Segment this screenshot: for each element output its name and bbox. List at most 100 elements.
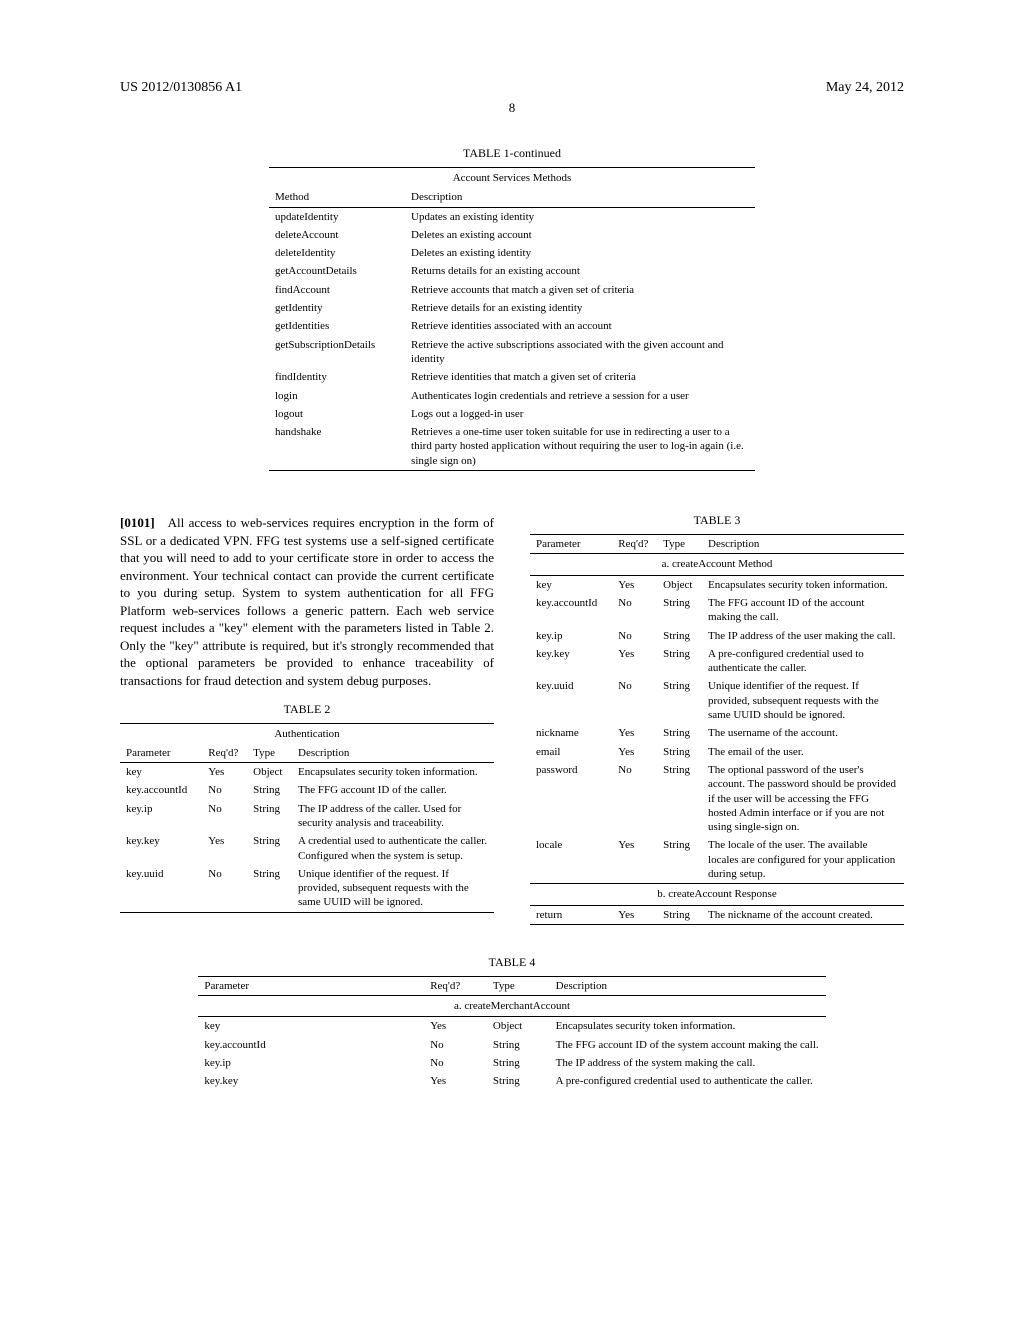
t2-r0c2: Yes	[202, 763, 247, 782]
t1-r5c1: getIdentity	[269, 299, 405, 317]
t4-sectionA: a. createMerchantAccount	[198, 996, 825, 1017]
t3a-r4c1: key.uuid	[530, 677, 612, 724]
t3a-r6c2: Yes	[612, 743, 657, 761]
page-header: US 2012/0130856 A1 May 24, 2012	[120, 80, 904, 96]
t3a-r3c3: String	[657, 645, 702, 678]
t3a-r5c3: String	[657, 724, 702, 742]
t3a-r6c1: email	[530, 743, 612, 761]
t3a-r1c3: String	[657, 594, 702, 627]
t3a-r0c3: Object	[657, 575, 702, 594]
t1-r9c2: Authenticates login credentials and retr…	[405, 387, 755, 405]
table1: TABLE 1-continued Account Services Metho…	[269, 146, 755, 471]
t4-r0c4: Encapsulates security token information.	[550, 1017, 826, 1036]
t3a-r6c4: The email of the user.	[702, 743, 904, 761]
para-num: [0101]	[120, 515, 155, 530]
t4-r3c1: key.key	[198, 1072, 424, 1090]
t1-r0c1: updateIdentity	[269, 207, 405, 226]
t1-r4c2: Retrieve accounts that match a given set…	[405, 281, 755, 299]
table1-subtitle: Account Services Methods	[269, 168, 755, 189]
table3-title: TABLE 3	[530, 513, 904, 528]
t3-h4: Description	[702, 535, 904, 554]
t1-r9c1: login	[269, 387, 405, 405]
t3a-r2c4: The IP address of the user making the ca…	[702, 627, 904, 645]
t2-h3: Type	[247, 744, 292, 763]
t1-r1c2: Deletes an existing account	[405, 226, 755, 244]
t2-r1c1: key.accountId	[120, 781, 202, 799]
t3a-r5c4: The username of the account.	[702, 724, 904, 742]
t2-r1c3: String	[247, 781, 292, 799]
t3a-r4c4: Unique identifier of the request. If pro…	[702, 677, 904, 724]
t2-h1: Parameter	[120, 744, 202, 763]
t2-r3c1: key.key	[120, 832, 202, 865]
t1-r5c2: Retrieve details for an existing identit…	[405, 299, 755, 317]
t1-r2c2: Deletes an existing identity	[405, 244, 755, 262]
t4-r3c3: String	[487, 1072, 550, 1090]
t1-r11c1: handshake	[269, 423, 405, 470]
right-column: TABLE 3 Parameter Req'd? Type Descriptio…	[530, 501, 904, 925]
table4: TABLE 4 Parameter Req'd? Type Descriptio…	[198, 955, 825, 1091]
t3a-r7c3: String	[657, 761, 702, 836]
left-column: [0101] All access to web-services requir…	[120, 501, 494, 925]
table3: Parameter Req'd? Type Description a. cre…	[530, 534, 904, 925]
table4-title: TABLE 4	[198, 955, 825, 970]
t3a-r2c3: String	[657, 627, 702, 645]
t2-r4c4: Unique identifier of the request. If pro…	[292, 865, 494, 912]
t3a-r2c2: No	[612, 627, 657, 645]
pub-date: May 24, 2012	[826, 80, 904, 96]
t1-r11c2: Retrieves a one-time user token suitable…	[405, 423, 755, 470]
t1-r8c2: Retrieve identities that match a given s…	[405, 368, 755, 386]
page-body: US 2012/0130856 A1 May 24, 2012 8 TABLE …	[0, 0, 1024, 1131]
t2-r3c4: A credential used to authenticate the ca…	[292, 832, 494, 865]
t3b-r0c3: String	[657, 905, 702, 924]
t4-r2c3: String	[487, 1054, 550, 1072]
t3a-r1c1: key.accountId	[530, 594, 612, 627]
pub-number: US 2012/0130856 A1	[120, 80, 242, 96]
t2-r0c4: Encapsulates security token information.	[292, 763, 494, 782]
t4-r1c3: String	[487, 1036, 550, 1054]
t3a-r3c1: key.key	[530, 645, 612, 678]
t4-r1c4: The FFG account ID of the system account…	[550, 1036, 826, 1054]
t3a-r0c2: Yes	[612, 575, 657, 594]
t2-r3c2: Yes	[202, 832, 247, 865]
para-text: All access to web-services requires encr…	[120, 515, 494, 688]
t4-r2c2: No	[424, 1054, 487, 1072]
t1-h1: Method	[269, 188, 405, 207]
t4-r0c2: Yes	[424, 1017, 487, 1036]
t3a-r8c4: The locale of the user. The available lo…	[702, 836, 904, 883]
t3b-r0c4: The nickname of the account created.	[702, 905, 904, 924]
t3b-r0c2: Yes	[612, 905, 657, 924]
t4-r3c2: Yes	[424, 1072, 487, 1090]
t4-r1c1: key.accountId	[198, 1036, 424, 1054]
t2-r3c3: String	[247, 832, 292, 865]
t3a-r1c4: The FFG account ID of the account making…	[702, 594, 904, 627]
t1-r10c2: Logs out a logged-in user	[405, 405, 755, 423]
t4-r0c3: Object	[487, 1017, 550, 1036]
t2-r2c4: The IP address of the caller. Used for s…	[292, 800, 494, 833]
t1-r0c2: Updates an existing identity	[405, 207, 755, 226]
t1-r4c1: findAccount	[269, 281, 405, 299]
table2-subtitle: Authentication	[120, 723, 494, 744]
t4-h2: Req'd?	[424, 976, 487, 995]
two-column-region: [0101] All access to web-services requir…	[120, 501, 904, 925]
t4-r3c4: A pre-configured credential used to auth…	[550, 1072, 826, 1090]
t2-r2c3: String	[247, 800, 292, 833]
t1-r8c1: findIdentity	[269, 368, 405, 386]
t3-h1: Parameter	[530, 535, 612, 554]
t3a-r7c1: password	[530, 761, 612, 836]
t1-r7c1: getSubscriptionDetails	[269, 336, 405, 369]
table2: Authentication Parameter Req'd? Type Des…	[120, 723, 494, 913]
t3a-r0c4: Encapsulates security token information.	[702, 575, 904, 594]
t2-r2c2: No	[202, 800, 247, 833]
t2-h2: Req'd?	[202, 744, 247, 763]
t2-h4: Description	[292, 744, 494, 763]
t3a-r2c1: key.ip	[530, 627, 612, 645]
t4-r0c1: key	[198, 1017, 424, 1036]
t4-h3: Type	[487, 976, 550, 995]
t3a-r1c2: No	[612, 594, 657, 627]
t3a-r4c3: String	[657, 677, 702, 724]
table2-title: TABLE 2	[120, 702, 494, 717]
t3a-r6c3: String	[657, 743, 702, 761]
t3a-r4c2: No	[612, 677, 657, 724]
t3a-r7c2: No	[612, 761, 657, 836]
paragraph-0101: [0101] All access to web-services requir…	[120, 514, 494, 689]
